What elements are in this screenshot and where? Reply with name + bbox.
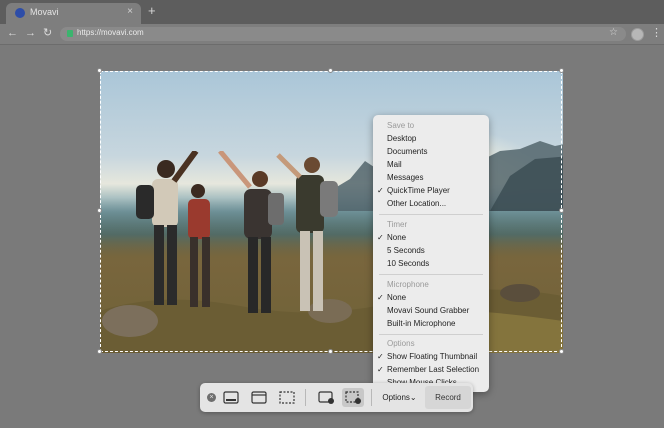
selection-handle-right[interactable] [559, 208, 564, 213]
menu-header-options: Options [387, 339, 415, 348]
capture-window-button[interactable] [248, 388, 270, 407]
entire-screen-icon [223, 391, 239, 404]
menu-item-desktop[interactable]: Desktop [373, 133, 489, 145]
selection-handle-bottom-right[interactable] [559, 349, 564, 354]
record-entire-screen-button[interactable] [315, 388, 337, 407]
capture-entire-screen-button[interactable] [220, 388, 242, 407]
record-screen-icon [318, 391, 334, 404]
checkmark-icon: ✓ [377, 352, 384, 361]
selection-handle-bottom-left[interactable] [97, 349, 102, 354]
selection-handle-top-right[interactable] [559, 68, 564, 73]
menu-item-label: Messages [387, 173, 424, 182]
new-tab-button[interactable]: + [148, 4, 156, 18]
menu-item-label: Desktop [387, 134, 417, 143]
menu-item-10-seconds[interactable]: 10 Seconds [373, 258, 489, 270]
menu-separator [379, 214, 483, 215]
menu-item-label: Documents [387, 147, 428, 156]
reload-button[interactable]: ↻ [43, 26, 52, 40]
selection-icon [279, 391, 295, 404]
menu-item-label: QuickTime Player [387, 186, 450, 195]
record-selection-icon [345, 391, 361, 404]
checkmark-icon: ✓ [377, 233, 384, 242]
menu-item-messages[interactable]: Messages [373, 172, 489, 184]
menu-item-label: 5 Seconds [387, 246, 425, 255]
movavi-favicon-icon [15, 8, 25, 18]
menu-item-5-seconds[interactable]: 5 Seconds [373, 245, 489, 257]
browser-menu-icon[interactable]: ⋮ [651, 26, 662, 40]
menu-item-timer-none[interactable]: ✓ None [373, 232, 489, 244]
menu-header-microphone: Microphone [387, 280, 429, 289]
menu-item-label: Movavi Sound Grabber [387, 306, 470, 315]
tab-close-icon[interactable]: × [127, 6, 133, 17]
checkmark-icon: ✓ [377, 365, 384, 374]
window-icon [251, 391, 267, 404]
menu-header-timer: Timer [387, 220, 408, 229]
menu-item-label: Remember Last Selection [387, 365, 480, 374]
menu-separator [379, 274, 483, 275]
back-button[interactable]: ← [7, 26, 18, 40]
menu-item-label: 10 Seconds [387, 259, 430, 268]
address-bar[interactable]: https://movavi.com ☆ [60, 27, 626, 41]
screenshot-toolbar: × Options⌄ Record [200, 383, 473, 412]
record-button[interactable]: Record [425, 386, 471, 409]
menu-item-mail[interactable]: Mail [373, 159, 489, 171]
checkmark-icon: ✓ [377, 293, 384, 302]
close-toolbar-button[interactable]: × [207, 393, 216, 402]
capture-selection-frame[interactable] [100, 71, 562, 352]
selection-handle-bottom[interactable] [328, 349, 333, 354]
menu-item-microphone-none[interactable]: ✓ None [373, 292, 489, 304]
options-menu: Save to Desktop Documents Mail Messages … [373, 115, 489, 392]
menu-item-label: Other Location... [387, 199, 447, 208]
menu-item-show-floating-thumbnail[interactable]: ✓ Show Floating Thumbnail [373, 351, 489, 363]
toolbar-divider [371, 389, 372, 406]
menu-item-movavi-sound-grabber[interactable]: Movavi Sound Grabber [373, 305, 489, 317]
lock-icon [67, 30, 73, 37]
checkmark-icon: ✓ [377, 186, 384, 195]
menu-item-label: Show Floating Thumbnail [387, 352, 478, 361]
menu-item-documents[interactable]: Documents [373, 146, 489, 158]
menu-item-remember-last-selection[interactable]: ✓ Remember Last Selection [373, 364, 489, 376]
browser-tab-bar: Movavi × + [0, 0, 664, 24]
url-text: https://movavi.com [77, 28, 144, 37]
tab-title: Movavi [30, 7, 59, 17]
selection-handle-left[interactable] [97, 208, 102, 213]
menu-item-label: None [387, 233, 407, 242]
forward-button[interactable]: → [25, 26, 36, 40]
menu-item-other-location[interactable]: Other Location... [373, 198, 489, 210]
options-dropdown-button[interactable]: Options⌄ [376, 388, 423, 407]
menu-separator [379, 334, 483, 335]
menu-item-built-in-microphone[interactable]: Built-in Microphone [373, 318, 489, 330]
selection-handle-top-left[interactable] [97, 68, 102, 73]
bookmark-star-icon[interactable]: ☆ [609, 27, 618, 38]
toolbar-divider [305, 389, 306, 406]
browser-toolbar: ← → ↻ https://movavi.com ☆ ⋮ [0, 24, 664, 45]
menu-item-label: None [387, 293, 407, 302]
record-selected-portion-button[interactable] [342, 388, 364, 407]
menu-header-save-to: Save to [387, 121, 415, 130]
browser-tab[interactable]: Movavi × [6, 3, 141, 24]
menu-item-quicktime-player[interactable]: ✓ QuickTime Player [373, 185, 489, 197]
menu-item-label: Built-in Microphone [387, 319, 456, 328]
profile-avatar[interactable] [631, 28, 644, 41]
selection-handle-top[interactable] [328, 68, 333, 73]
menu-item-label: Mail [387, 160, 402, 169]
capture-selected-portion-button[interactable] [276, 388, 298, 407]
